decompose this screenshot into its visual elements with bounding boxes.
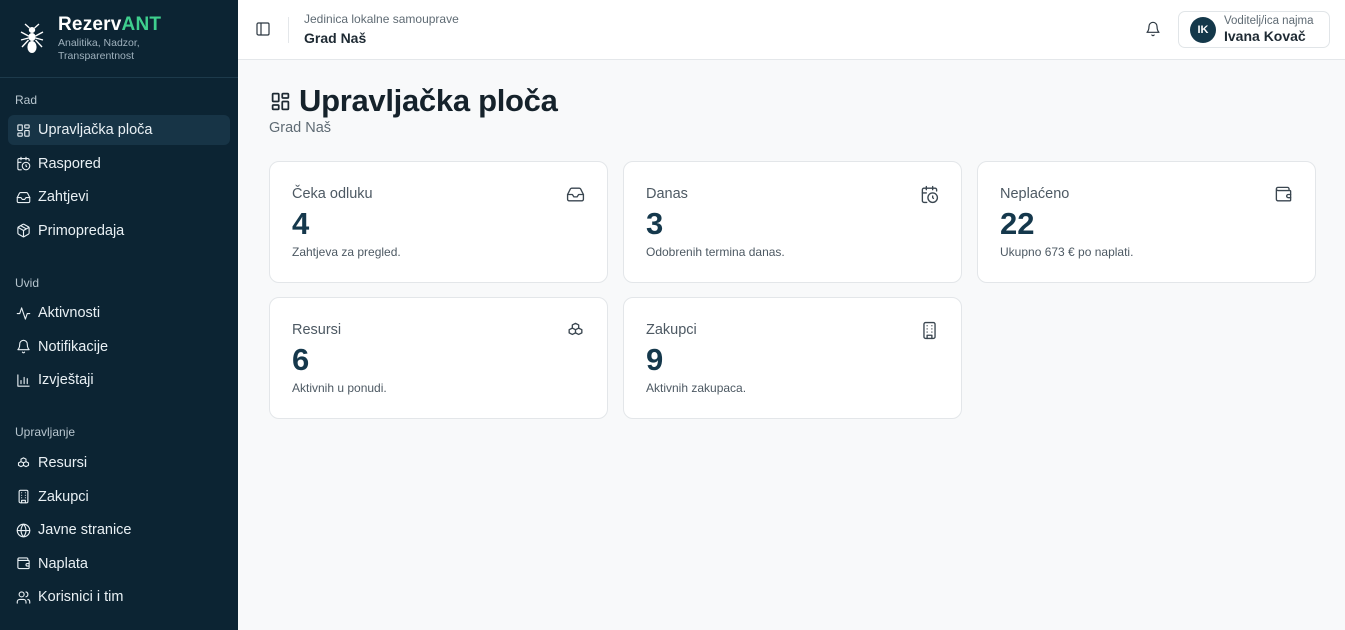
nav-group-label: Rad	[15, 93, 38, 107]
card-value: 6	[292, 342, 310, 377]
card-label: Čeka odluku	[292, 186, 373, 202]
user-menu-button[interactable]: IK Voditelj/ica najma Ivana Kovač	[1178, 11, 1330, 48]
sidebar-toggle-icon[interactable]	[254, 20, 272, 38]
building-icon	[15, 489, 31, 505]
user-role: Voditelj/ica najma	[1224, 15, 1314, 27]
sidebar-item-raspored[interactable]: Raspored	[8, 149, 230, 179]
bar-chart-icon	[15, 372, 31, 388]
sidebar-item-label: Primopredaja	[38, 222, 125, 239]
nav-group-rad: Rad Upravljačka ploča Raspored Zahtjevi …	[0, 90, 238, 249]
notifications-bell-icon[interactable]	[1144, 20, 1162, 38]
card-label: Neplaćeno	[1000, 186, 1070, 202]
sidebar-item-notifikacije[interactable]: Notifikacije	[8, 332, 230, 362]
sidebar-item-resursi[interactable]: Resursi	[8, 448, 230, 478]
sidebar-item-label: Raspored	[38, 155, 101, 172]
card-value: 9	[646, 342, 664, 377]
wallet-icon	[15, 556, 31, 572]
sidebar-item-aktivnosti[interactable]: Aktivnosti	[8, 298, 230, 328]
card-description: Aktivnih u ponudi.	[292, 381, 387, 395]
stat-card-zakupci[interactable]: Zakupci 9 Aktivnih zakupaca.	[623, 297, 962, 419]
page-title-row: Upravljačka ploča	[269, 83, 558, 119]
sidebar-item-label: Zakupci	[38, 488, 89, 505]
sidebar-item-label: Korisnici i tim	[38, 589, 124, 606]
card-label: Resursi	[292, 322, 342, 338]
card-label: Zakupci	[646, 322, 697, 338]
building-icon	[919, 320, 939, 340]
sidebar-item-izvjestaji[interactable]: Izvještaji	[8, 365, 230, 395]
card-description: Zahtjeva za pregled.	[292, 245, 401, 259]
sidebar-item-naplata[interactable]: Naplata	[8, 549, 230, 579]
org-selector: Jedinica lokalne samouprave Grad Naš	[304, 12, 459, 47]
dashboard-icon	[269, 90, 291, 112]
sidebar-item-label: Aktivnosti	[38, 305, 101, 321]
card-value: 3	[646, 206, 664, 241]
sidebar-item-label: Notifikacije	[38, 338, 109, 355]
calendar-clock-icon	[15, 156, 31, 172]
boxes-icon	[565, 320, 585, 340]
nav-group-uvid: Uvid Aktivnosti Notifikacije Izvještaji	[0, 273, 238, 399]
inbox-icon	[565, 184, 585, 204]
nav-group-label: Upravljanje	[15, 425, 76, 439]
brand[interactable]: RezervANT Analitika, Nadzor, Transparent…	[0, 0, 238, 78]
nav-group-upravljanje: Upravljanje Resursi Zakupci Javne strani…	[0, 422, 238, 616]
inbox-icon	[15, 189, 31, 205]
avatar: IK	[1190, 16, 1216, 43]
sidebar-item-label: Zahtjevi	[38, 189, 89, 206]
sidebar-item-primopredaja[interactable]: Primopredaja	[8, 216, 230, 246]
sidebar-item-dashboard[interactable]: Upravljačka ploča	[8, 115, 230, 145]
card-description: Ukupno 673 € po naplati.	[1000, 245, 1134, 259]
sidebar-item-label: Naplata	[38, 555, 88, 572]
sidebar: RezervANT Analitika, Nadzor, Transparent…	[0, 0, 238, 630]
calendar-clock-icon	[919, 184, 939, 204]
sidebar-item-label: Javne stranice	[38, 522, 132, 539]
stat-card-danas[interactable]: Danas 3 Odobrenih termina danas.	[623, 161, 962, 283]
boxes-icon	[15, 455, 31, 471]
header-divider	[288, 17, 289, 43]
top-header: Jedinica lokalne samouprave Grad Naš IK …	[238, 0, 1345, 60]
brand-name: RezervANT	[58, 13, 162, 35]
page-subtitle: Grad Naš	[269, 120, 332, 136]
sidebar-item-label: Upravljačka ploča	[38, 122, 153, 138]
card-description: Aktivnih zakupaca.	[646, 381, 747, 395]
sidebar-item-zahtjevi[interactable]: Zahtjevi	[8, 182, 230, 212]
main-content: Upravljačka ploča Grad Naš Čeka odluku 4…	[238, 60, 1345, 630]
activity-icon	[15, 305, 31, 321]
card-value: 22	[1000, 206, 1035, 241]
page-title: Upravljačka ploča	[299, 83, 558, 118]
users-icon	[15, 589, 31, 605]
globe-icon	[15, 522, 31, 538]
stat-card-resursi[interactable]: Resursi 6 Aktivnih u ponudi.	[269, 297, 608, 419]
sidebar-item-label: Resursi	[38, 455, 88, 471]
nav-group-label: Uvid	[15, 276, 40, 290]
ant-logo-icon	[18, 22, 46, 56]
wallet-icon	[1273, 184, 1293, 204]
sidebar-item-zakupci[interactable]: Zakupci	[8, 482, 230, 512]
package-icon	[15, 223, 31, 239]
sidebar-item-javne-stranice[interactable]: Javne stranice	[8, 515, 230, 545]
user-name: Ivana Kovač	[1224, 28, 1306, 44]
org-subtitle: Jedinica lokalne samouprave	[304, 12, 459, 26]
stat-card-ceka-odluku[interactable]: Čeka odluku 4 Zahtjeva za pregled.	[269, 161, 608, 283]
org-name: Grad Naš	[304, 30, 367, 46]
card-description: Odobrenih termina danas.	[646, 245, 785, 259]
card-value: 4	[292, 206, 310, 241]
card-label: Danas	[646, 186, 688, 202]
dashboard-icon	[15, 122, 31, 138]
stat-card-neplaceno[interactable]: Neplaćeno 22 Ukupno 673 € po naplati.	[977, 161, 1316, 283]
sidebar-item-korisnici[interactable]: Korisnici i tim	[8, 582, 230, 612]
brand-tagline: Analitika, Nadzor, Transparentnost	[58, 36, 140, 62]
sidebar-item-label: Izvještaji	[38, 372, 94, 389]
bell-icon	[15, 339, 31, 355]
